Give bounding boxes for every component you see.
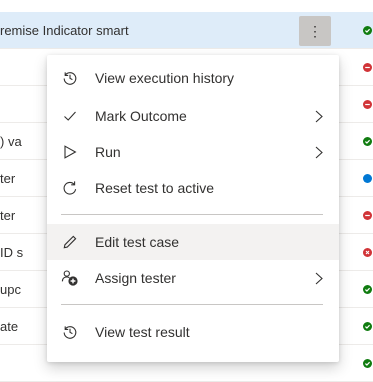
menu-item-view-execution-history[interactable]: View execution history: [47, 60, 339, 96]
row-title: ID s: [0, 245, 24, 260]
checkmark-icon: [61, 107, 79, 125]
more-actions-button[interactable]: ⋮: [299, 16, 331, 46]
status-failed-icon: [363, 63, 372, 72]
menu-item-run[interactable]: Run: [47, 134, 339, 170]
history-icon: [61, 69, 79, 87]
more-vertical-icon: ⋮: [308, 22, 322, 39]
row-title: upc: [0, 282, 21, 297]
menu-item-assign-tester[interactable]: Assign tester: [47, 260, 339, 296]
status-active-icon: [363, 174, 372, 183]
chevron-right-icon: [313, 145, 325, 159]
status-failed-icon: [363, 100, 372, 109]
status-blocked-icon: [363, 248, 372, 257]
menu-item-mark-outcome[interactable]: Mark Outcome: [47, 98, 339, 134]
status-failed-icon: [363, 211, 372, 220]
chevron-right-icon: [313, 271, 325, 285]
pencil-icon: [61, 233, 79, 251]
menu-divider: [61, 304, 323, 305]
menu-item-view-test-result[interactable]: View test result: [47, 314, 339, 350]
row-title: ter: [0, 208, 16, 223]
menu-item-label: Assign tester: [95, 270, 176, 286]
status-passed-icon: [363, 359, 372, 368]
chevron-right-icon: [313, 109, 325, 123]
menu-item-reset-test[interactable]: Reset test to active: [47, 170, 339, 206]
menu-item-label: View execution history: [95, 70, 235, 86]
row-title: ) va: [0, 134, 22, 149]
row-title: remise Indicator smart: [0, 23, 129, 38]
menu-item-label: Edit test case: [95, 234, 180, 250]
menu-divider: [61, 214, 323, 215]
menu-item-label: Run: [95, 144, 121, 160]
play-icon: [61, 143, 79, 161]
status-passed-icon: [363, 322, 372, 331]
context-menu: View execution history Mark Outcome Run: [47, 55, 339, 362]
menu-item-label: View test result: [95, 324, 190, 340]
status-passed-icon: [363, 137, 372, 146]
menu-item-label: Reset test to active: [95, 180, 215, 196]
row-title: ate: [0, 319, 19, 334]
history-icon: [61, 323, 79, 341]
menu-item-label: Mark Outcome: [95, 108, 187, 124]
status-passed-icon: [363, 26, 372, 35]
row-title: ter: [0, 171, 16, 186]
reset-icon: [61, 179, 79, 197]
status-passed-icon: [363, 285, 372, 294]
assign-person-icon: [61, 269, 79, 287]
menu-item-edit-test-case[interactable]: Edit test case: [47, 224, 339, 260]
